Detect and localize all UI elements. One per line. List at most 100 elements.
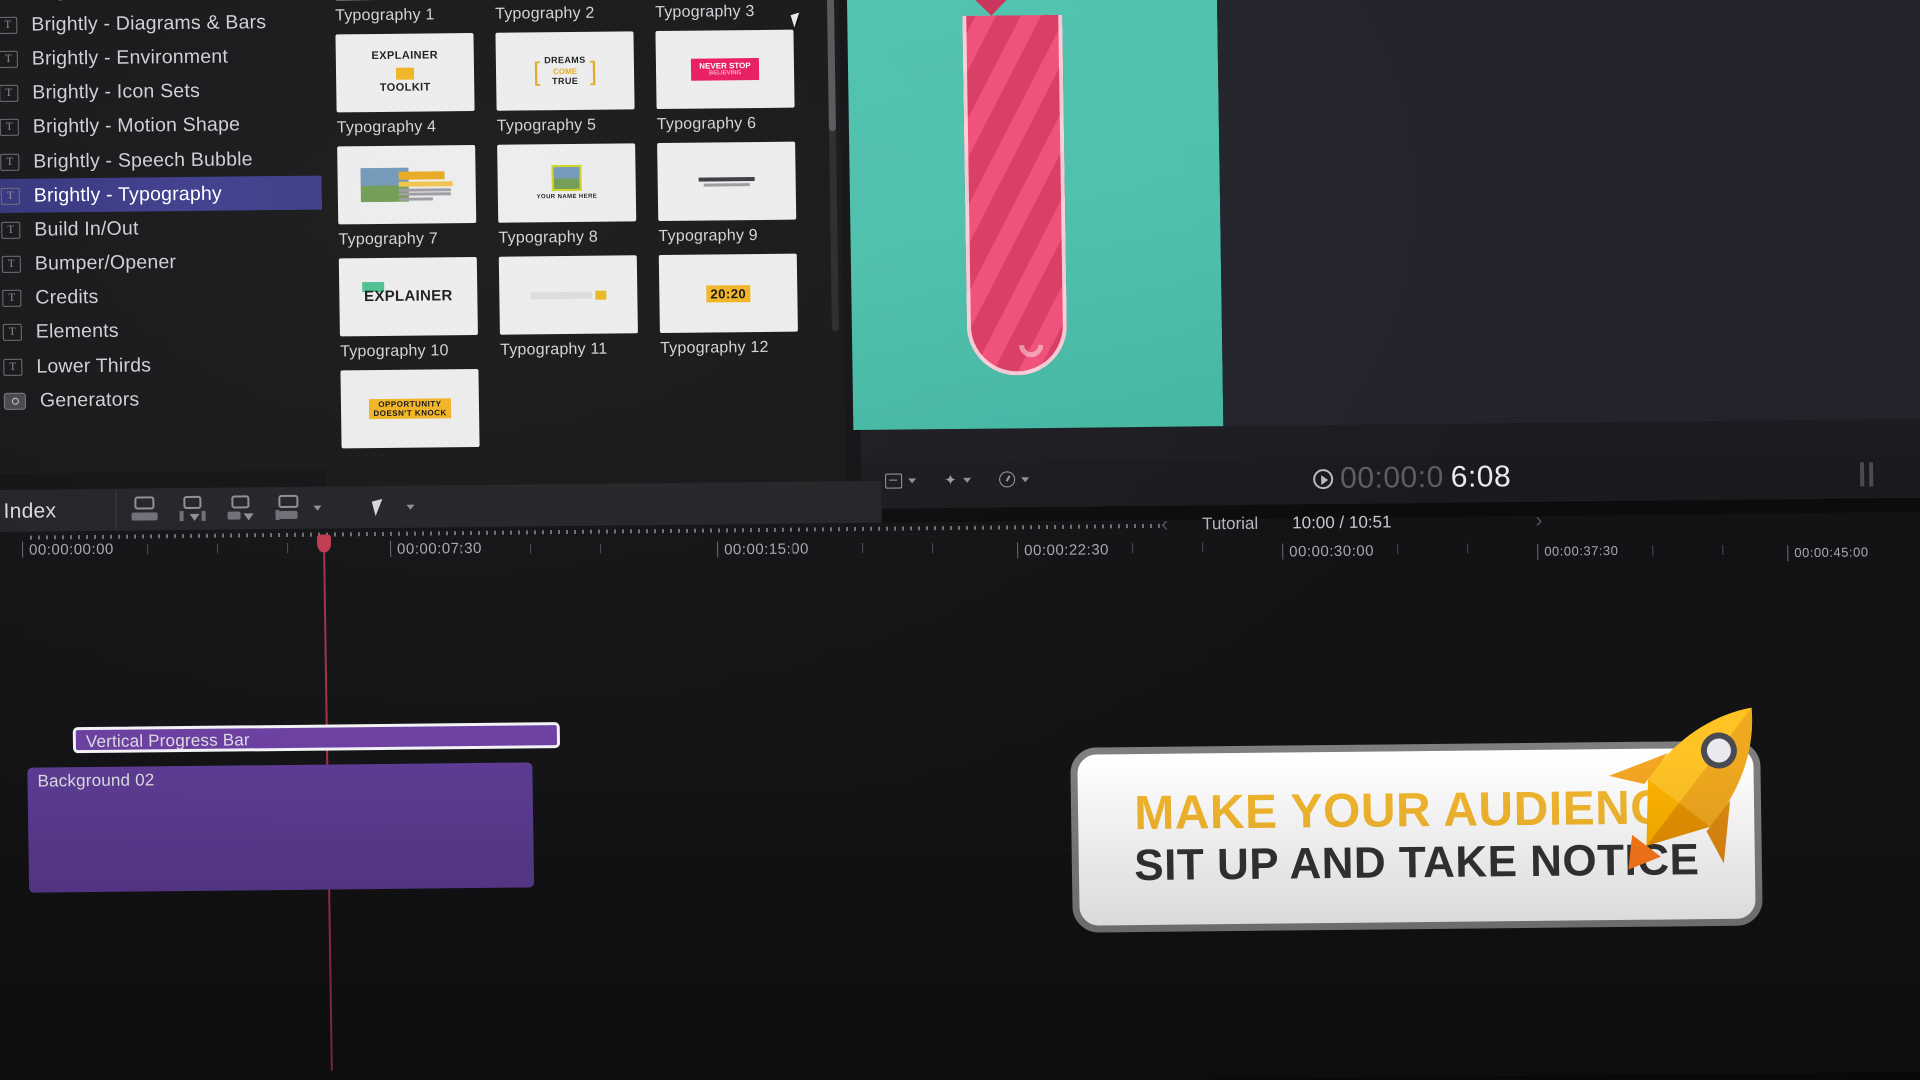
chevron-down-icon	[962, 477, 971, 483]
effects-sidebar[interactable]: T Brightly - Character T Brightly - Diag…	[0, 0, 326, 475]
ruler-mark-label: 00:00:45:00	[1794, 544, 1869, 561]
browser-item-typography-5[interactable]: [ DREAMS COME TRUE ] Typography 5	[495, 31, 635, 135]
browser-item-typography-3[interactable]: LOVE STORY JOHN & KATIE Typography 3	[654, 0, 794, 22]
retime-tool-dropdown[interactable]	[998, 471, 1029, 488]
sidebar-item-label: Bumper/Opener	[34, 251, 177, 275]
thumbnail-preview[interactable]: NEVER STOP BELIEVING	[655, 29, 795, 110]
browser-item-typography-1[interactable]: GLOBAL Typography 1	[333, 0, 474, 25]
effects-browser[interactable]: GLOBAL Typography 1 2017 Typography 2	[318, 0, 847, 487]
pause-icon[interactable]	[1859, 462, 1874, 487]
thumb-text: YOUR NAME HERE	[536, 193, 598, 201]
thumb-subtext: TOOLKIT	[379, 81, 431, 94]
thumbnail-preview[interactable]: EXPLAINER	[338, 256, 478, 337]
sidebar-item-brightly-typography[interactable]: T Brightly - Typography	[0, 175, 323, 214]
timeline-clip-vertical-progress-bar[interactable]: Vertical Progress Bar	[72, 722, 561, 754]
sidebar-item-label: Lower Thirds	[36, 354, 152, 378]
thumbnail-preview[interactable]	[337, 144, 477, 225]
sidebar-item-label: Brightly - Speech Bubble	[33, 147, 253, 173]
thumbnail-preview[interactable]: EXPLAINER TOOLKIT	[335, 32, 475, 113]
timeline-clip-background-02[interactable]: Background 02	[27, 762, 535, 893]
sidebar-item-label: Generators	[39, 388, 140, 412]
text-generator-icon: T	[0, 187, 20, 205]
viewer-canvas[interactable]: 100%	[845, 0, 1224, 431]
thumbnail-preview[interactable]	[657, 141, 797, 222]
text-generator-icon: T	[0, 119, 19, 137]
viewer-background	[1215, 0, 1920, 427]
top-panels-area: T Brightly - Character T Brightly - Diag…	[0, 0, 1920, 505]
thumbnail-label: Typography 6	[656, 115, 757, 134]
browser-item-typography-7[interactable]: Typography 7	[337, 144, 477, 249]
sidebar-item-label: Brightly - Motion Shape	[32, 113, 241, 138]
text-generator-icon: T	[0, 16, 18, 34]
connect-clip-icon[interactable]	[131, 496, 158, 522]
overwrite-clip-icon[interactable]	[275, 494, 301, 521]
ruler-mark-label: 00:00:00:00	[28, 540, 114, 559]
sidebar-item-credits[interactable]: T Credits	[0, 278, 324, 316]
sidebar-item-brightly-motion-shape[interactable]: T Brightly - Motion Shape	[0, 107, 321, 145]
browser-item-typography-8[interactable]: YOUR NAME HERE Typography 8	[497, 143, 637, 247]
lower-third-overlay: MAKE YOUR AUDIENCE SIT UP AND TAKE NOTIC…	[1060, 707, 1763, 936]
prev-button[interactable]: ‹	[1161, 513, 1168, 537]
playhead-handle[interactable]	[316, 534, 332, 553]
append-clip-icon[interactable]	[227, 495, 254, 521]
viewer-timecode[interactable]: 00:00:0 6:08	[1313, 460, 1511, 496]
thumbnail-preview[interactable]	[498, 255, 638, 335]
crop-icon	[885, 473, 903, 489]
browser-item-typography-11[interactable]: Typography 11	[498, 255, 639, 359]
sidebar-item-label: Brightly - Diagrams & Bars	[31, 10, 267, 36]
thumbnail-preview[interactable]: [ DREAMS COME TRUE ]	[495, 31, 635, 111]
thumb-text: NEVER STOP	[699, 60, 751, 71]
next-button[interactable]: ›	[1535, 509, 1542, 533]
thumb-subtext: BELIEVING	[708, 70, 742, 77]
thumb-accent	[396, 67, 414, 80]
text-generator-icon: T	[2, 324, 22, 342]
play-indicator-icon	[1313, 469, 1334, 490]
thumb-text: EXPLAINER	[371, 49, 439, 63]
sidebar-item-generators[interactable]: Generators	[0, 381, 325, 419]
sidebar-item-label: Brightly - Icon Sets	[32, 80, 201, 104]
thumbnail-preview[interactable]: OPPORTUNITY DOESN'T KNOCK	[340, 368, 480, 449]
ruler-mark-label: 00:00:15:00	[724, 540, 810, 559]
browser-item-typography-12[interactable]: 20:20 Typography 12	[658, 253, 799, 358]
thumb-text: 20:20	[706, 284, 751, 303]
browser-item-typography-9[interactable]: Typography 9	[657, 141, 797, 246]
insert-clip-icon[interactable]	[179, 495, 206, 522]
sidebar-item-brightly-environment[interactable]: T Brightly - Environment	[0, 39, 320, 77]
sidebar-item-build-in-out[interactable]: T Build In/Out	[0, 210, 323, 248]
text-generator-icon: T	[0, 50, 18, 68]
sidebar-item-bumper-opener[interactable]: T Bumper/Opener	[0, 244, 323, 282]
sidebar-item-brightly-speech-bubble[interactable]: T Brightly - Speech Bubble	[0, 142, 322, 180]
browser-item-partial[interactable]: OPPORTUNITY DOESN'T KNOCK	[340, 368, 480, 449]
thumbnail-preview[interactable]: 20:20	[658, 253, 798, 334]
sidebar-item-label: Elements	[35, 320, 119, 344]
browser-item-typography-4[interactable]: EXPLAINER TOOLKIT Typography 4	[335, 32, 475, 137]
clip-name: Background 02	[37, 770, 155, 791]
browser-item-typography-6[interactable]: NEVER STOP BELIEVING Typography 6	[655, 29, 795, 134]
select-tool-icon[interactable]	[371, 498, 387, 516]
thumbnail-preview[interactable]: YOUR NAME HERE	[497, 143, 637, 223]
thumbnail-row: EXPLAINER Typography 10 Typography 11 20…	[331, 253, 846, 361]
sidebar-item-elements[interactable]: T Elements	[0, 312, 324, 350]
shine-highlight	[1014, 328, 1049, 363]
index-button[interactable]: Index	[3, 499, 56, 524]
browser-item-typography-2[interactable]: 2017 Typography 2	[494, 0, 634, 24]
subtitle-bar-shape	[398, 181, 453, 187]
sidebar-item-brightly-diagrams-bars[interactable]: T Brightly - Diagrams & Bars	[0, 5, 320, 43]
sidebar-item-label: Brightly - Environment	[31, 45, 229, 70]
crop-tool-dropdown[interactable]	[885, 473, 917, 489]
chevron-down-icon[interactable]	[406, 504, 415, 510]
sidebar-item-label: Credits	[35, 286, 99, 309]
chevron-down-icon[interactable]	[313, 505, 322, 511]
ruler-mark-label: 00:00:22:30	[1024, 541, 1110, 560]
thumbnail-label: Typography 10	[340, 342, 449, 361]
sidebar-item-lower-thirds[interactable]: T Lower Thirds	[0, 347, 325, 385]
vertical-progress-bar-graphic	[962, 14, 1068, 376]
bar-shape	[530, 291, 593, 299]
toolbar-divider	[115, 490, 117, 531]
magic-wand-icon: ✦	[944, 471, 957, 490]
enhance-tool-dropdown[interactable]: ✦	[944, 471, 971, 489]
thumbnail-label: Typography 12	[660, 338, 769, 358]
text-generator-icon: T	[3, 358, 23, 376]
browser-item-typography-10[interactable]: EXPLAINER Typography 10	[338, 256, 479, 361]
sidebar-item-brightly-icon-sets[interactable]: T Brightly - Icon Sets	[0, 73, 321, 111]
